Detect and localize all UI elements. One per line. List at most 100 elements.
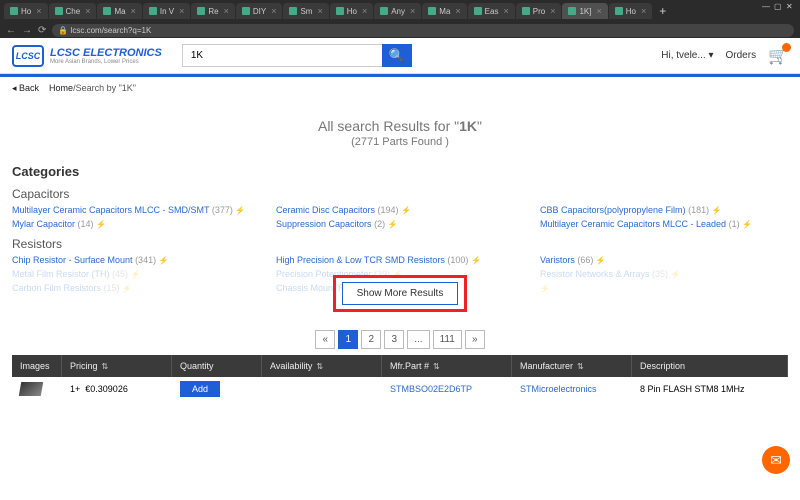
browser-tab[interactable]: Ma× xyxy=(97,3,141,19)
logo-title: LCSC ELECTRONICS xyxy=(50,47,162,59)
sort-icon: ⇅ xyxy=(577,362,584,371)
cell-part[interactable]: STMBSO02E2D6TP xyxy=(382,380,512,398)
cell-description: 8 Pin FLASH STM8 1MHz xyxy=(632,380,788,398)
reload-icon[interactable]: ⟳ xyxy=(38,25,46,36)
product-thumb[interactable] xyxy=(19,382,43,396)
th-images[interactable]: Images xyxy=(12,355,62,377)
show-more-button[interactable]: Show More Results xyxy=(342,282,459,305)
new-tab-button[interactable]: + xyxy=(653,4,672,18)
tab-close-icon[interactable]: × xyxy=(641,6,646,16)
tab-close-icon[interactable]: × xyxy=(85,6,90,16)
home-link[interactable]: Home xyxy=(49,83,73,93)
category-link[interactable]: Suppression Capacitors xyxy=(276,219,372,229)
tab-close-icon[interactable]: × xyxy=(131,6,136,16)
browser-tab[interactable]: Ho× xyxy=(609,3,653,19)
category-count: (2) xyxy=(374,219,385,229)
tab-close-icon[interactable]: × xyxy=(179,6,184,16)
page-button[interactable]: » xyxy=(465,330,485,349)
th-mfrpart[interactable]: Mfr.Part # ⇅ xyxy=(382,355,512,377)
orders-link[interactable]: Orders xyxy=(726,50,757,61)
category-link[interactable]: High Precision & Low TCR SMD Resistors xyxy=(276,255,445,265)
add-button[interactable]: Add xyxy=(180,381,220,397)
bolt-icon: ⚡ xyxy=(712,206,722,215)
category-count: (66) xyxy=(577,255,593,265)
bolt-icon: ⚡ xyxy=(471,256,481,265)
th-description[interactable]: Description xyxy=(632,355,788,377)
tab-close-icon[interactable]: × xyxy=(36,6,41,16)
page-button[interactable]: 2 xyxy=(361,330,381,349)
tab-close-icon[interactable]: × xyxy=(455,6,460,16)
resistors-heading: Resistors xyxy=(12,237,788,251)
category-link[interactable]: Mylar Capacitor xyxy=(12,219,75,229)
browser-tab[interactable]: Any× xyxy=(374,3,421,19)
tab-close-icon[interactable]: × xyxy=(317,6,322,16)
th-quantity[interactable]: Quantity xyxy=(172,355,262,377)
cart-badge xyxy=(782,43,791,52)
tab-favicon xyxy=(242,7,250,15)
tab-close-icon[interactable]: × xyxy=(503,6,508,16)
back-icon[interactable]: ← xyxy=(6,25,16,36)
results-count: (2771 Parts Found ) xyxy=(12,136,788,148)
browser-tab[interactable]: 1K]× xyxy=(562,3,607,19)
th-pricing[interactable]: Pricing ⇅ xyxy=(62,355,172,377)
bolt-icon: ⚡ xyxy=(388,220,398,229)
cart-icon[interactable]: 🛒 xyxy=(768,46,788,66)
category-link[interactable]: Varistors xyxy=(540,255,575,265)
table-header: Images Pricing ⇅ Quantity Availability ⇅… xyxy=(12,355,788,377)
bolt-icon: ⚡ xyxy=(401,206,411,215)
page-button[interactable]: 111 xyxy=(433,330,462,349)
maximize-icon[interactable]: ▢ xyxy=(774,2,784,12)
browser-tab[interactable]: Pro× xyxy=(516,3,562,19)
search-button[interactable]: 🔍 xyxy=(382,44,412,67)
category-count: (100) xyxy=(447,255,468,265)
tab-close-icon[interactable]: × xyxy=(410,6,415,16)
tab-favicon xyxy=(615,7,623,15)
category-link[interactable]: Multilayer Ceramic Capacitors MLCC - Lea… xyxy=(540,219,726,229)
page-button[interactable]: ... xyxy=(407,330,429,349)
th-availability[interactable]: Availability ⇅ xyxy=(262,355,382,377)
categories-heading: Categories xyxy=(12,164,788,179)
browser-tab[interactable]: Eas× xyxy=(468,3,515,19)
close-icon[interactable]: ✕ xyxy=(786,2,796,12)
user-greeting[interactable]: Hi, tvele... ▾ xyxy=(661,50,713,61)
minimize-icon[interactable]: — xyxy=(762,2,772,12)
url-input[interactable]: 🔒 lcsc.com/search?q=1K xyxy=(52,24,794,37)
category-link[interactable]: Ceramic Disc Capacitors xyxy=(276,205,375,215)
breadcrumb-tail: /Search by "1K" xyxy=(73,83,136,93)
page-button[interactable]: 1 xyxy=(338,330,358,349)
tab-close-icon[interactable]: × xyxy=(596,6,601,16)
cell-mfr[interactable]: STMicroelectronics xyxy=(512,380,632,398)
browser-tab[interactable]: In V× xyxy=(143,3,191,19)
tab-favicon xyxy=(474,7,482,15)
tab-favicon xyxy=(55,7,63,15)
th-manufacturer[interactable]: Manufacturer ⇅ xyxy=(512,355,632,377)
browser-tab[interactable]: Ma× xyxy=(422,3,466,19)
browser-tab[interactable]: DIY× xyxy=(236,3,283,19)
browser-tab[interactable]: Re× xyxy=(191,3,235,19)
table-row: 1+ €0.309026 Add STMBSO02E2D6TP STMicroe… xyxy=(12,377,788,401)
site-header: LCSC LCSC ELECTRONICS More Asian Brands,… xyxy=(0,38,800,74)
tab-close-icon[interactable]: × xyxy=(550,6,555,16)
page-button[interactable]: 3 xyxy=(384,330,404,349)
browser-tab[interactable]: Che× xyxy=(49,3,97,19)
browser-tab[interactable]: Sm× xyxy=(283,3,328,19)
logo-badge: LCSC xyxy=(12,45,44,67)
results-title: All search Results for "1K" xyxy=(12,118,788,134)
browser-tab[interactable]: Ho× xyxy=(330,3,374,19)
browser-tab[interactable]: Ho× xyxy=(4,3,48,19)
bolt-icon: ⚡ xyxy=(235,206,245,215)
tab-close-icon[interactable]: × xyxy=(224,6,229,16)
tab-close-icon[interactable]: × xyxy=(271,6,276,16)
logo[interactable]: LCSC LCSC ELECTRONICS More Asian Brands,… xyxy=(12,45,162,67)
back-link[interactable]: ◂ Back xyxy=(12,83,39,93)
search-box: 🔍 xyxy=(182,44,412,67)
chat-icon[interactable]: ✉ xyxy=(762,446,790,474)
category-link[interactable]: Chip Resistor - Surface Mount xyxy=(12,255,133,265)
search-input[interactable] xyxy=(182,44,382,67)
page-button[interactable]: « xyxy=(315,330,335,349)
category-link[interactable]: CBB Capacitors(polypropylene Film) xyxy=(540,205,686,215)
category-link[interactable]: Multilayer Ceramic Capacitors MLCC - SMD… xyxy=(12,205,209,215)
bolt-icon: ⚡ xyxy=(596,256,606,265)
tab-close-icon[interactable]: × xyxy=(362,6,367,16)
forward-icon[interactable]: → xyxy=(22,25,32,36)
